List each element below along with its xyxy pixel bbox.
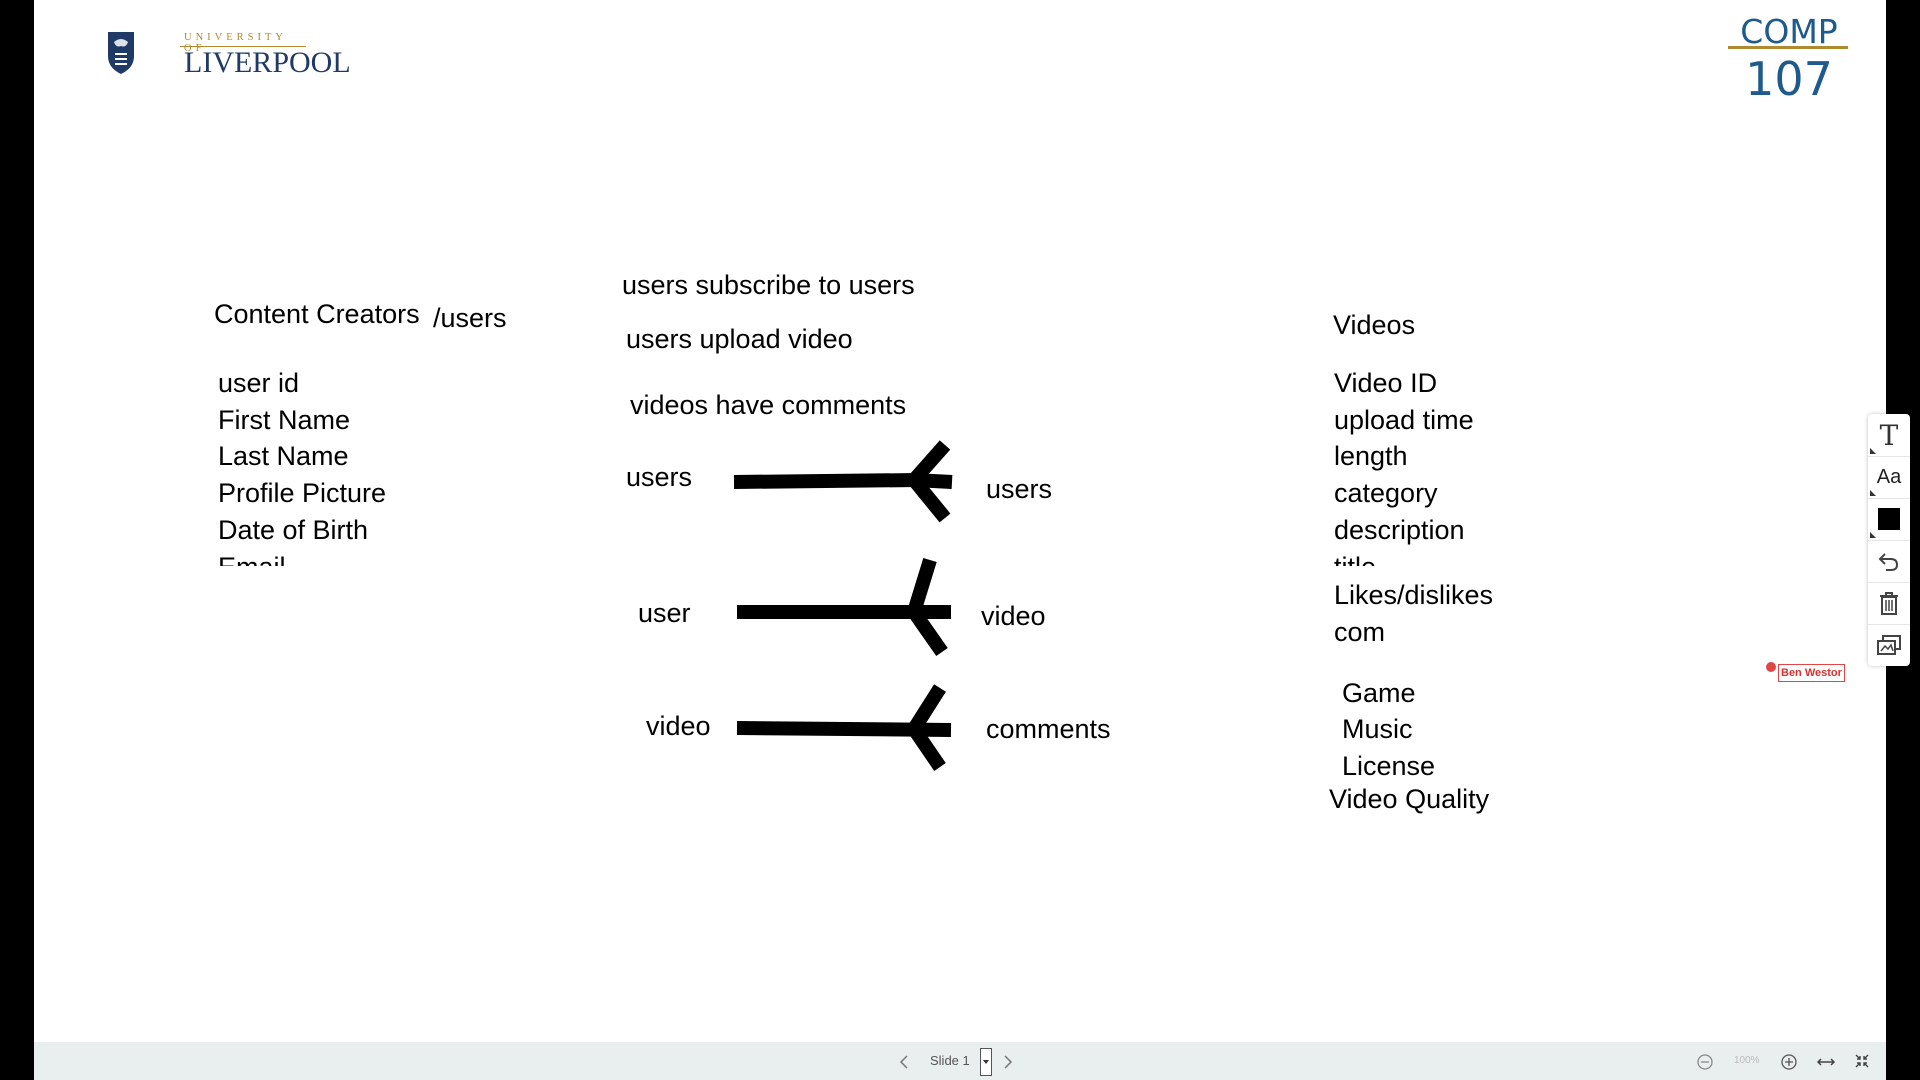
video-quality-label: Video Quality bbox=[1329, 784, 1490, 814]
font-size-icon: Aa bbox=[1876, 465, 1902, 488]
crows-foot-connector-1 bbox=[733, 440, 953, 523]
annotation-toolbar: T Aa bbox=[1868, 414, 1910, 666]
screen-share-icon bbox=[1877, 635, 1901, 655]
bottom-bar: Slide 1 100% bbox=[34, 1042, 1886, 1080]
zoom-out-icon[interactable] bbox=[1696, 1053, 1714, 1071]
slide-dropdown[interactable] bbox=[980, 1048, 992, 1076]
entity-field: length bbox=[1334, 441, 1408, 471]
category-item: Music bbox=[1342, 714, 1413, 744]
crows-foot-connector-2 bbox=[737, 557, 951, 657]
category-item: Game bbox=[1342, 678, 1416, 708]
slide-navigation: Slide 1 100% bbox=[34, 1042, 1886, 1080]
entity-field: category bbox=[1334, 478, 1438, 508]
undo-button[interactable] bbox=[1868, 540, 1910, 583]
color-picker-button[interactable] bbox=[1868, 498, 1910, 541]
text-tool-button[interactable]: T bbox=[1868, 414, 1910, 457]
entity-field: Video ID bbox=[1334, 368, 1438, 398]
entity-title-videos: Videos bbox=[1333, 310, 1416, 340]
zoom-in-icon[interactable] bbox=[1780, 1053, 1798, 1071]
entity-field: description bbox=[1334, 515, 1465, 545]
category-item: License bbox=[1342, 751, 1436, 781]
entity-field: com bbox=[1334, 617, 1386, 647]
entity-field: upload time bbox=[1334, 405, 1474, 435]
delete-button[interactable] bbox=[1868, 582, 1910, 625]
fit-width-icon[interactable] bbox=[1816, 1055, 1836, 1069]
crows-foot-connector-3 bbox=[736, 684, 952, 771]
trash-icon bbox=[1880, 592, 1898, 615]
presenter-name-label: Ben Westor bbox=[1778, 664, 1845, 682]
zoom-level: 100% bbox=[1734, 1055, 1760, 1066]
share-screen-button[interactable] bbox=[1868, 624, 1910, 666]
erd-drawing bbox=[733, 440, 953, 771]
color-swatch-icon bbox=[1878, 508, 1900, 530]
undo-icon bbox=[1878, 553, 1899, 571]
video-field-list: Video ID upload time length category des… bbox=[1332, 366, 1592, 567]
slide-canvas: UNIVERSITY OF LIVERPOOL COMP 107 Content… bbox=[34, 0, 1886, 1042]
presenter-pointer-dot bbox=[1766, 662, 1776, 672]
entity-field: Likes/dislikes bbox=[1334, 580, 1494, 610]
next-slide-icon[interactable] bbox=[1002, 1054, 1014, 1070]
entity-field: title bbox=[1334, 554, 1376, 567]
font-size-button[interactable]: Aa bbox=[1868, 456, 1910, 499]
text-icon: T bbox=[1879, 418, 1899, 452]
chevron-down-icon bbox=[983, 1060, 989, 1064]
slide-indicator: Slide 1 bbox=[930, 1053, 970, 1068]
exit-fullscreen-icon[interactable] bbox=[1854, 1053, 1870, 1069]
previous-slide-icon[interactable] bbox=[898, 1054, 910, 1070]
